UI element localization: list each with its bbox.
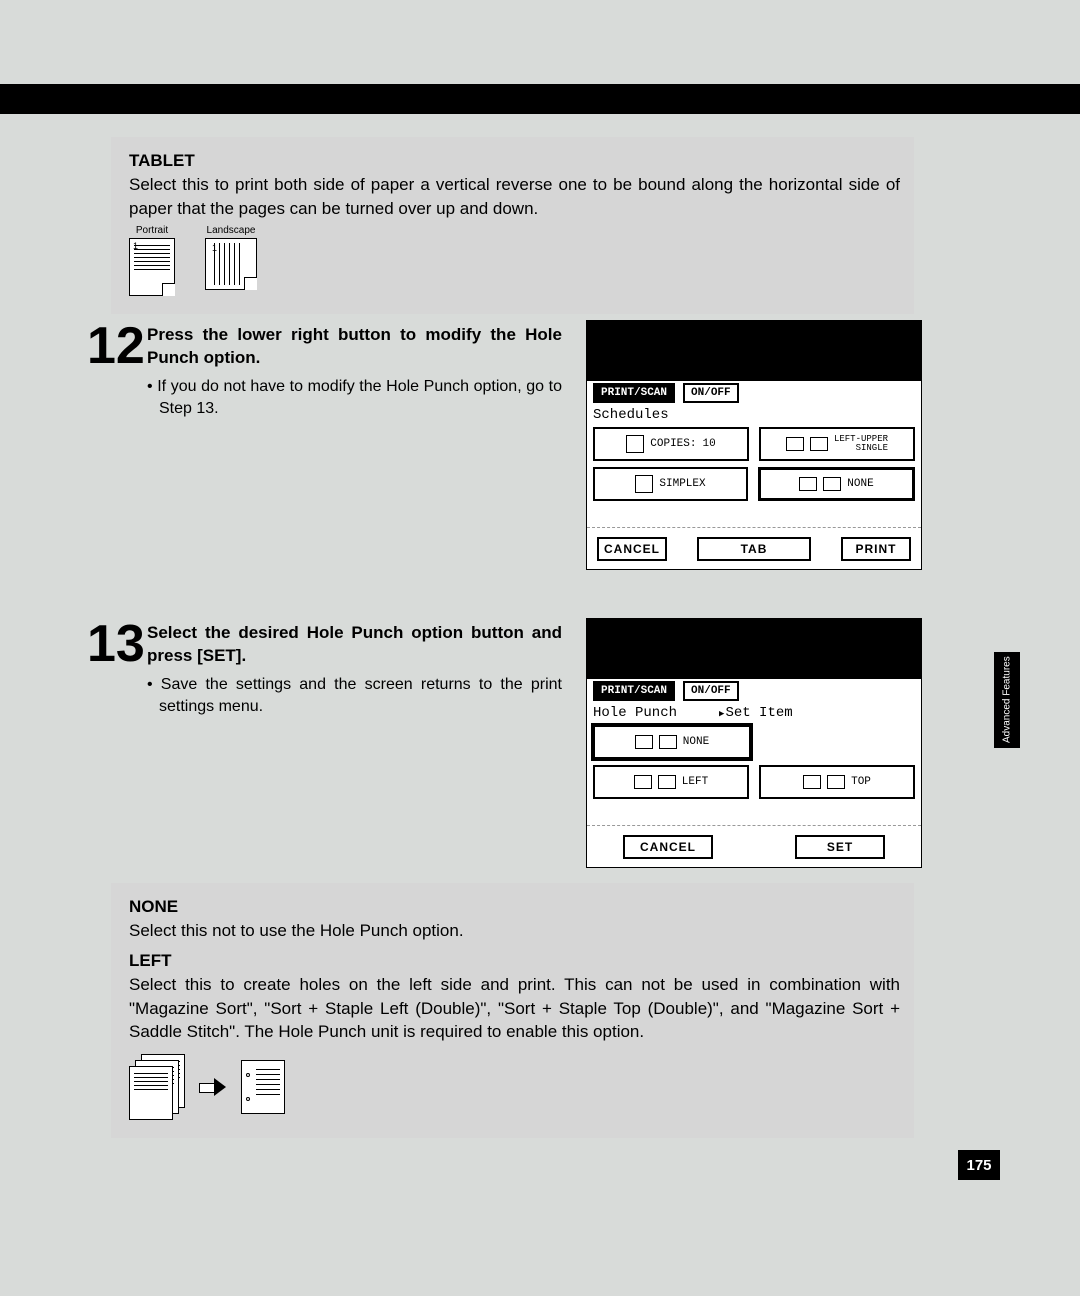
punch-none-icon <box>635 735 653 749</box>
tablet-heading: TABLET <box>129 151 900 171</box>
lcd12-staple-label: LEFT-UPPER SINGLE <box>834 435 888 453</box>
punch-left-icon <box>658 775 676 789</box>
lcd12-copies-button[interactable]: COPIES: 10 <box>593 427 749 461</box>
option-none-heading: NONE <box>129 897 900 917</box>
lcd13-top-button[interactable]: TOP <box>759 765 915 799</box>
lcd13-cancel-button[interactable]: CANCEL <box>623 835 713 859</box>
lcd12-print-button[interactable]: PRINT <box>841 537 911 561</box>
copies-icon <box>626 435 644 453</box>
lcd12-tab-onoff[interactable]: ON/OFF <box>683 383 739 403</box>
arrow-icon <box>199 1078 227 1096</box>
punch-none-icon <box>659 735 677 749</box>
punched-sheet-icon <box>241 1060 285 1114</box>
step-13-bullet: • Save the settings and the screen retur… <box>147 674 562 719</box>
lcd13-set-button[interactable]: SET <box>795 835 885 859</box>
punch-top-icon <box>803 775 821 789</box>
staple-icon <box>810 437 828 451</box>
lcd12-copies-value: 10 <box>703 438 716 450</box>
lcd-screen-13: PRINT/SCAN ON/OFF Hole Punch Set Item NO… <box>586 618 922 868</box>
step-12-title: Press the lower right button to modify t… <box>147 324 562 370</box>
lcd13-title-right: Set Item <box>725 705 792 721</box>
lcd-screen-12: PRINT/SCAN ON/OFF Schedules COPIES: 10 L… <box>586 320 922 570</box>
tablet-body: Select this to print both side of paper … <box>129 173 900 221</box>
simplex-icon <box>635 475 653 493</box>
hole-punch-options-box: NONE Select this not to use the Hole Pun… <box>111 883 914 1138</box>
step-13-number: 13 <box>87 618 147 719</box>
portrait-label: Portrait <box>136 225 168 236</box>
lcd13-title: Hole Punch Set Item <box>587 703 921 721</box>
option-left-body: Select this to create holes on the left … <box>129 973 900 1044</box>
option-left-heading: LEFT <box>129 951 900 971</box>
lcd13-tab-printscan[interactable]: PRINT/SCAN <box>593 681 675 701</box>
lcd12-none-label: NONE <box>847 478 873 490</box>
lcd12-title: Schedules <box>587 405 921 423</box>
lcd13-left-button[interactable]: LEFT <box>593 765 749 799</box>
option-none-body: Select this not to use the Hole Punch op… <box>129 919 900 943</box>
side-tab-advanced-features: Advanced Features <box>994 652 1020 748</box>
punch-icon <box>799 477 817 491</box>
landscape-icon: 1 <box>205 238 257 290</box>
left-illustration <box>129 1054 900 1120</box>
lcd13-tab-onoff[interactable]: ON/OFF <box>683 681 739 701</box>
orientation-row: Portrait 1 Landscape 1 <box>129 225 900 296</box>
page-number: 175 <box>958 1150 1000 1180</box>
lcd13-none-label: NONE <box>683 736 709 748</box>
lcd12-tab-printscan[interactable]: PRINT/SCAN <box>593 383 675 403</box>
lcd13-title-left: Hole Punch <box>593 705 677 721</box>
lcd12-simplex-label: SIMPLEX <box>659 478 705 490</box>
lcd12-staple-button[interactable]: LEFT-UPPER SINGLE <box>759 427 915 461</box>
step-13-title: Select the desired Hole Punch option but… <box>147 622 562 668</box>
lcd12-tab-button[interactable]: TAB <box>697 537 811 561</box>
portrait-icon: 1 <box>129 238 175 296</box>
tablet-info-box: TABLET Select this to print both side of… <box>111 137 914 314</box>
lcd12-none-button[interactable]: NONE <box>758 467 915 501</box>
lcd13-none-button[interactable]: NONE <box>593 725 751 759</box>
lcd12-copies-label: COPIES: <box>650 438 696 450</box>
landscape-label: Landscape <box>207 225 256 236</box>
lcd13-top-label: TOP <box>851 776 871 788</box>
lcd12-cancel-button[interactable]: CANCEL <box>597 537 667 561</box>
step-12-number: 12 <box>87 320 147 421</box>
stack-icon <box>129 1054 185 1120</box>
lcd13-left-label: LEFT <box>682 776 708 788</box>
step-12-bullet: • If you do not have to modify the Hole … <box>147 376 562 421</box>
punch-left-icon <box>634 775 652 789</box>
lcd12-simplex-button[interactable]: SIMPLEX <box>593 467 748 501</box>
punch-icon <box>823 477 841 491</box>
staple-icon <box>786 437 804 451</box>
punch-top-icon <box>827 775 845 789</box>
header-black-bar <box>0 84 1080 114</box>
